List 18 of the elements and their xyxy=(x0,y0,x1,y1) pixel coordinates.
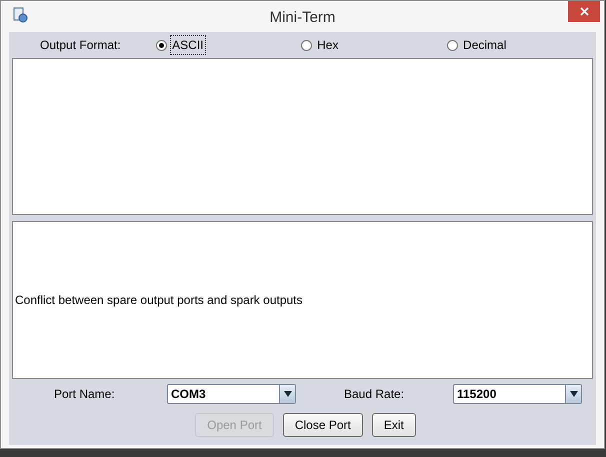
caret-icon xyxy=(279,385,295,403)
dropdown[interactable]: 115200 xyxy=(453,384,582,404)
window-title: Mini-Term xyxy=(270,8,336,28)
caret-icon xyxy=(565,385,581,403)
app-icon xyxy=(12,6,28,22)
message-text: Conflict between spare output ports and spark outputs xyxy=(15,292,303,309)
radio-option[interactable]: Hex xyxy=(301,36,448,54)
action-button[interactable]: Exit xyxy=(372,413,416,437)
dropdown[interactable]: COM3 xyxy=(167,384,296,404)
baud-rate-label: Baud Rate: xyxy=(344,386,406,403)
output-format-label: Output Format: xyxy=(40,37,122,54)
radio-option[interactable]: Decimal xyxy=(447,36,593,54)
close-icon xyxy=(580,7,588,16)
radio-option[interactable]: ASCII xyxy=(156,35,302,55)
action-button[interactable]: Close Port xyxy=(282,413,363,437)
message-area[interactable]: Conflict between spare output ports and spark outputs xyxy=(12,221,593,379)
port-name-label: Port Name: xyxy=(54,386,116,403)
close-button[interactable] xyxy=(568,1,600,22)
